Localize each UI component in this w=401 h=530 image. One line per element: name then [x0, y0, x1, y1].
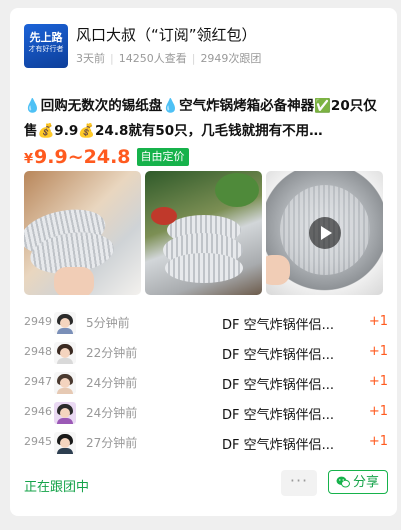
play-icon[interactable]	[309, 217, 341, 249]
order-number: 2945	[24, 435, 52, 448]
more-button[interactable]: ···	[281, 470, 317, 496]
card-footer: 正在跟团中 ··· 分享	[24, 470, 388, 498]
foil-trays-air-fryer-image[interactable]	[24, 171, 141, 295]
foil-tray-video-thumbnail[interactable]	[266, 171, 383, 295]
order-item: DF 空气炸锅伴侣...	[222, 438, 335, 453]
avatar	[54, 312, 76, 334]
view-count: 14250人查看	[118, 52, 187, 65]
foil-tray-shape	[165, 253, 243, 283]
hand-shape	[54, 267, 94, 295]
share-label: 分享	[353, 475, 380, 490]
post-meta: 3天前 | 14250人查看 | 2949次跟团	[76, 50, 261, 66]
order-time: 5分钟前	[86, 316, 130, 330]
order-number: 2949	[24, 315, 52, 328]
order-number: 2946	[24, 405, 52, 418]
post-description[interactable]: 💧回购无数次的锡纸盘💧空气炸锅烤箱必备神器✅20只仅售💰9.9💰24.8就有50…	[24, 94, 388, 144]
share-button[interactable]: 分享	[328, 470, 388, 494]
order-item: DF 空气炸锅伴侣...	[222, 348, 335, 363]
pricing-badge: 自由定价	[136, 148, 189, 166]
order-item: DF 空气炸锅伴侣...	[222, 318, 335, 333]
order-item: DF 空气炸锅伴侣...	[222, 378, 335, 393]
list-item[interactable]: 2947 24分钟前 DF 空气炸锅伴侣... +1	[24, 368, 388, 398]
avatar	[54, 432, 76, 454]
price: ¥9.9~24.8	[24, 144, 131, 173]
order-time: 24分钟前	[86, 406, 138, 420]
avatar	[54, 342, 76, 364]
list-item[interactable]: 2949 5分钟前 DF 空气炸锅伴侣... +1	[24, 308, 388, 338]
food-shape	[151, 207, 177, 225]
hand-shape	[266, 255, 290, 285]
order-quantity: +1	[368, 404, 388, 419]
order-time: 24分钟前	[86, 376, 138, 390]
follow-count: 2949次跟团	[200, 52, 262, 65]
order-quantity: +1	[368, 344, 388, 359]
avatar	[54, 372, 76, 394]
currency-symbol: ¥	[24, 152, 34, 167]
order-quantity: +1	[368, 374, 388, 389]
avatar-text-line2: 才有好行者	[28, 45, 64, 53]
order-quantity: +1	[368, 314, 388, 329]
avatar-text-line1: 先上路	[29, 31, 63, 44]
order-time: 22分钟前	[86, 346, 138, 360]
buyer-list: 2949 5分钟前 DF 空气炸锅伴侣... +1 2948 22分钟前 DF …	[24, 308, 388, 458]
list-item[interactable]: 2948 22分钟前 DF 空气炸锅伴侣... +1	[24, 338, 388, 368]
avatar	[54, 402, 76, 424]
list-item[interactable]: 2945 27分钟前 DF 空气炸锅伴侣... +1	[24, 428, 388, 458]
order-number: 2947	[24, 375, 52, 388]
author-avatar[interactable]: 先上路 才有好行者	[24, 24, 68, 68]
order-time: 27分钟前	[86, 436, 138, 450]
order-item: DF 空气炸锅伴侣...	[222, 408, 335, 423]
meta-divider: |	[191, 52, 196, 65]
group-buy-card[interactable]: 先上路 才有好行者 风口大叔（“订阅”领红包） 3天前 | 14250人查看 | 294…	[10, 8, 397, 516]
order-number: 2948	[24, 345, 52, 358]
greens-shape	[215, 173, 259, 207]
foil-trays-stack-image[interactable]	[145, 171, 262, 295]
group-status: 正在跟团中	[24, 480, 90, 495]
price-range: 9.9~24.8	[34, 146, 131, 168]
product-image-gallery	[24, 171, 383, 295]
order-quantity: +1	[368, 434, 388, 449]
list-item[interactable]: 2946 24分钟前 DF 空气炸锅伴侣... +1	[24, 398, 388, 428]
post-header: 先上路 才有好行者 风口大叔（“订阅”领红包） 3天前 | 14250人查看 | 294…	[24, 24, 387, 70]
post-time: 3天前	[76, 52, 105, 65]
meta-divider: |	[110, 52, 114, 65]
wechat-icon	[336, 476, 350, 488]
author-name[interactable]: 风口大叔（“订阅”领红包）	[76, 24, 257, 46]
price-row: ¥9.9~24.8 自由定价	[24, 144, 189, 170]
